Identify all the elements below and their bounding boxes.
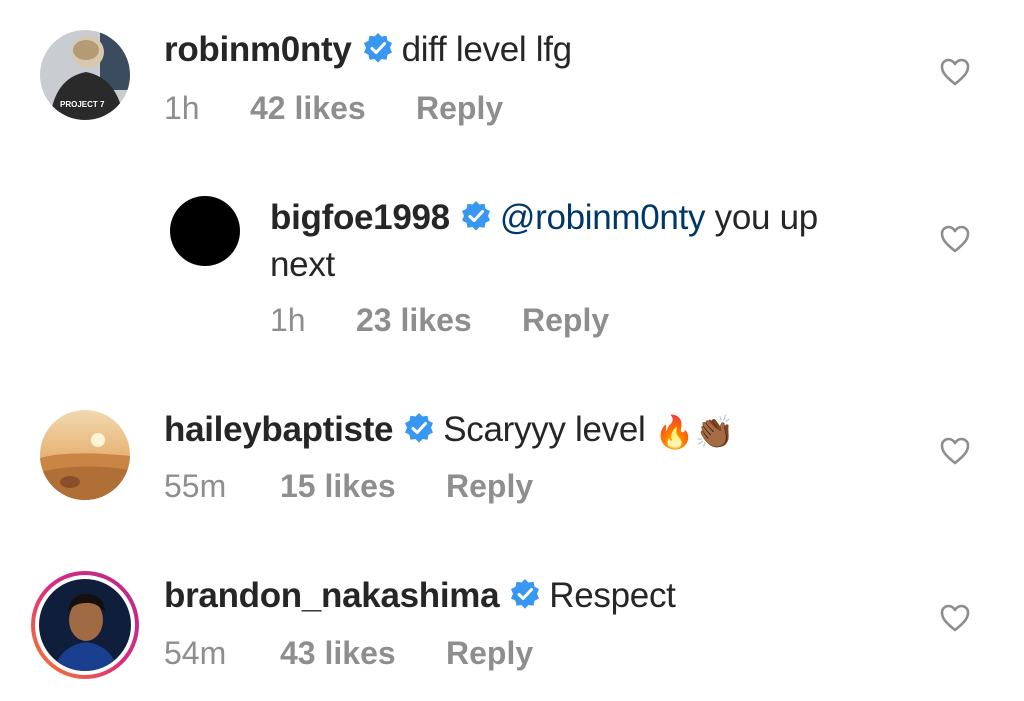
comment-text-line: robinm0nty diff level lfg — [164, 28, 572, 75]
username-link[interactable]: bigfoe1998 — [270, 198, 450, 237]
comment-text: Respect — [549, 576, 676, 615]
avatar[interactable] — [40, 410, 130, 500]
comment-text-line: haileybaptiste Scaryyy level 🔥👏🏾 — [164, 408, 734, 455]
fire-emoji: 🔥 — [654, 414, 695, 450]
heart-outline-icon[interactable] — [940, 437, 970, 470]
verified-badge-icon — [362, 31, 394, 75]
reply-button[interactable]: Reply — [522, 302, 609, 339]
reply-button[interactable]: Reply — [416, 90, 503, 127]
comment-text: Scaryyy level — [443, 410, 655, 449]
avatar-story-ring[interactable] — [30, 570, 140, 680]
comment-text: you up — [705, 198, 819, 237]
username-link[interactable]: robinm0nty — [164, 30, 352, 69]
clapping-hands-emoji: 👏🏾 — [694, 414, 735, 450]
heart-outline-icon[interactable] — [940, 604, 970, 637]
comment-text-line: brandon_nakashima Respect — [164, 574, 676, 621]
avatar-shirt-text: PROJECT 7 — [60, 100, 105, 109]
username-link[interactable]: haileybaptiste — [164, 410, 394, 449]
likes-count[interactable]: 23 likes — [356, 302, 472, 339]
reply-button[interactable]: Reply — [446, 635, 533, 672]
avatar[interactable]: PROJECT 7 — [40, 30, 130, 120]
comment-time: 1h — [270, 302, 306, 338]
likes-count[interactable]: 42 likes — [250, 90, 366, 127]
comment-text: diff level lfg — [401, 30, 573, 69]
mention-link[interactable]: @robinm0nty — [500, 198, 706, 237]
comment-text-continuation: next — [270, 245, 335, 284]
likes-count[interactable]: 43 likes — [280, 635, 396, 672]
avatar[interactable] — [170, 196, 240, 266]
comment-time: 54m — [164, 635, 227, 671]
comment-time: 1h — [164, 90, 200, 126]
verified-badge-icon — [509, 577, 541, 621]
reply-button[interactable]: Reply — [446, 468, 533, 505]
heart-outline-icon[interactable] — [940, 225, 970, 258]
comment-text-line: bigfoe1998 @robinm0nty you up — [270, 196, 818, 243]
comment-time: 55m — [164, 468, 227, 504]
likes-count[interactable]: 15 likes — [280, 468, 396, 505]
verified-badge-icon — [403, 411, 435, 455]
verified-badge-icon — [460, 199, 492, 243]
username-link[interactable]: brandon_nakashima — [164, 576, 500, 615]
heart-outline-icon[interactable] — [940, 58, 970, 91]
